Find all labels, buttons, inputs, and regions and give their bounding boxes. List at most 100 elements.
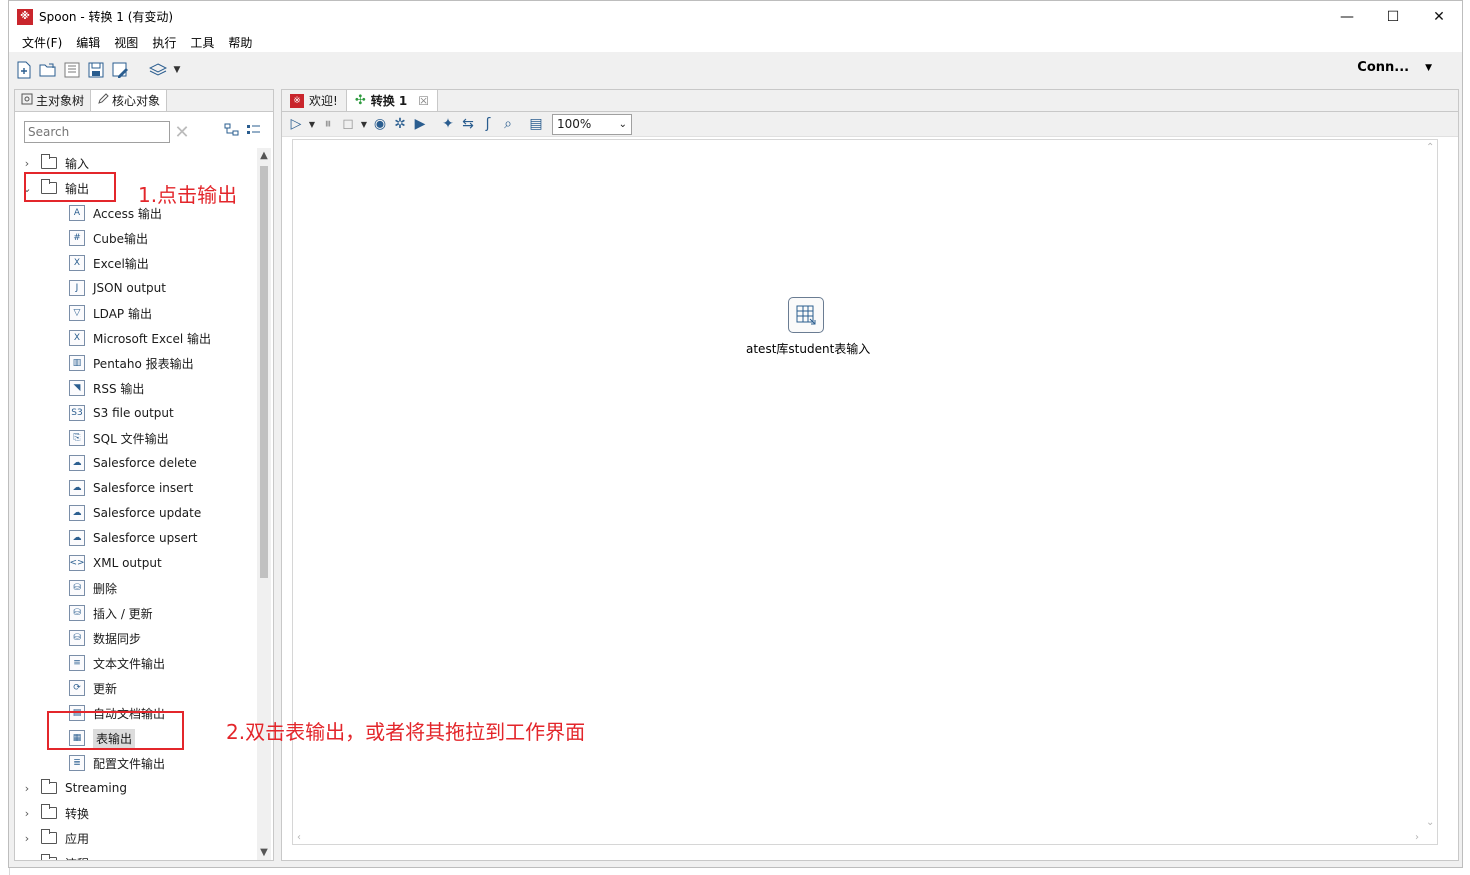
editor-panel: ※ 欢迎! ✣ 转换 1 ☒ ▷ ▼ ⏸ ◻ ▼ ◉ ✲ ▶ ✦ ⇆ ʃ ⌕ ▤… [281,89,1459,861]
chevron-right-icon[interactable]: › [21,157,33,170]
stop-dropdown-icon[interactable]: ▼ [358,114,370,134]
annotation-step2: 2.双击表输出，或者将其拖拉到工作界面 [226,720,586,744]
left-panel-tabs: 主对象树 核心对象 [15,90,273,112]
stop-icon[interactable]: ◻ [338,114,358,134]
step-icon: ▥ [69,355,85,371]
connection-button[interactable]: Conn... ▼ [1357,60,1432,75]
canvas-step-table-input[interactable] [788,297,824,333]
chevron-right-icon[interactable]: › [21,807,33,820]
tree-step-item[interactable]: <> XML output [69,552,162,574]
tree-folder-input[interactable]: › 输入 [21,152,89,174]
tree-step-item[interactable]: # Cube输出 [69,227,148,249]
perspective-dropdown-icon[interactable]: ▼ [171,59,183,81]
close-tab-icon[interactable]: ☒ [418,94,429,108]
tree-folder-streaming[interactable]: › Streaming [21,777,127,799]
step-icon: ⛁ [69,605,85,621]
tree-folder-flow[interactable]: › 流程 [21,852,89,860]
perspective-icon[interactable] [147,59,169,81]
expand-all-icon[interactable] [224,123,240,140]
menu-edit[interactable]: 编辑 [69,34,107,51]
scroll-up-icon[interactable]: ⌃ [1426,142,1434,153]
tree-folder-transform[interactable]: › 转换 [21,802,89,824]
explore-repo-icon[interactable] [61,59,83,81]
tab-core-objects[interactable]: 核心对象 [91,90,168,111]
annotation-step1: 1.点击输出 [138,183,238,207]
annotation-box-table-output [47,711,184,750]
pause-icon[interactable]: ⏸ [318,114,338,134]
menu-help[interactable]: 帮助 [221,34,259,51]
sql-icon[interactable]: ʃ [478,114,498,134]
tree-step-item[interactable]: ⛁ 插入 / 更新 [69,602,153,624]
tree-step-item[interactable]: J JSON output [69,277,166,299]
canvas-vertical-scrollbar[interactable]: ⌃ ⌄ [1423,140,1437,844]
zoom-select[interactable]: 100% ⌄ [552,113,632,135]
impact-icon[interactable]: ⇆ [458,114,478,134]
tree-step-item[interactable]: S3 S3 file output [69,402,174,424]
tab-main-tree[interactable]: 主对象树 [15,90,92,111]
tree-step-item[interactable]: ☁ Salesforce upsert [69,527,197,549]
tree-folder-label: 转换 [65,806,90,821]
search-input[interactable] [24,121,170,143]
scroll-up-icon[interactable]: ▲ [257,150,271,161]
show-results-icon[interactable]: ▤ [526,114,546,134]
chevron-right-icon[interactable]: › [21,832,33,845]
menu-run[interactable]: 执行 [145,34,183,51]
tree-step-label: Salesforce delete [93,456,197,470]
clear-search-icon[interactable]: ✕ [174,122,190,143]
tree-step-item[interactable]: ▽ LDAP 输出 [69,302,152,324]
tree-step-item[interactable]: ≡ 文本文件输出 [69,652,165,674]
save-as-icon[interactable] [109,59,131,81]
search-row: ✕ [24,121,260,143]
tree-step-item[interactable]: ⟳ 更新 [69,677,117,699]
step-icon: ☁ [69,455,85,471]
menu-view[interactable]: 视图 [107,34,145,51]
canvas-horizontal-scrollbar[interactable]: ‹ › [293,830,1437,844]
run-dropdown-icon[interactable]: ▼ [306,114,318,134]
maximize-button[interactable]: ☐ [1370,1,1416,32]
new-file-icon[interactable] [13,59,35,81]
run-icon[interactable]: ▷ [286,114,306,134]
tree-step-item[interactable]: ▥ Pentaho 报表输出 [69,352,194,374]
step-icon: <> [69,555,85,571]
tree-step-item[interactable]: ⛁ 删除 [69,577,117,599]
tree-step-item[interactable]: X Excel输出 [69,252,149,274]
scroll-left-icon[interactable]: ‹ [297,832,301,843]
scroll-right-icon[interactable]: › [1415,832,1419,843]
tree-step-item[interactable]: ☁ Salesforce insert [69,477,193,499]
tree-step-label: Pentaho 报表输出 [93,356,194,371]
open-file-icon[interactable] [37,59,59,81]
tree-step-item[interactable]: ◥ RSS 输出 [69,377,144,399]
scroll-down-icon[interactable]: ▼ [257,847,271,858]
close-button[interactable]: ✕ [1416,1,1462,32]
explore-db-icon[interactable]: ⌕ [498,114,518,134]
tree-scrollbar[interactable]: ▲ ▼ [257,148,271,860]
menu-tools[interactable]: 工具 [183,34,221,51]
collapse-all-icon[interactable] [246,123,262,140]
tree-folder-label: 流程 [65,855,89,861]
tab-welcome[interactable]: ※ 欢迎! [282,90,347,111]
tab-transformation-1[interactable]: ✣ 转换 1 ☒ [346,90,439,111]
verify-icon[interactable]: ✦ [438,114,458,134]
tree-step-label: 删除 [93,581,118,596]
step-icon: ≡ [69,655,85,671]
chevron-right-icon[interactable]: › [21,857,33,861]
debug-icon[interactable]: ✲ [390,114,410,134]
minimize-button[interactable]: — [1324,1,1370,32]
tree-step-item[interactable]: ≣ 配置文件输出 [69,752,165,774]
chevron-right-icon[interactable]: › [21,782,33,795]
chevron-down-icon: ⌄ [618,118,627,130]
tree-step-item[interactable]: ☁ Salesforce update [69,502,201,524]
replay-icon[interactable]: ▶ [410,114,430,134]
tree-step-item[interactable]: ☁ Salesforce delete [69,452,197,474]
tree-step-label: LDAP 输出 [93,306,152,321]
tree-step-item[interactable]: ⎘ SQL 文件输出 [69,427,169,449]
menu-file[interactable]: 文件(F) [15,34,69,51]
scroll-thumb[interactable] [260,166,268,578]
tree-folder-application[interactable]: › 应用 [21,827,89,849]
scroll-down-icon[interactable]: ⌄ [1426,817,1434,828]
save-icon[interactable] [85,59,107,81]
preview-icon[interactable]: ◉ [370,114,390,134]
tree-step-item[interactable]: X Microsoft Excel 输出 [69,327,211,349]
tree-step-item[interactable]: ⛁ 数据同步 [69,627,141,649]
pencil-icon [97,93,109,108]
